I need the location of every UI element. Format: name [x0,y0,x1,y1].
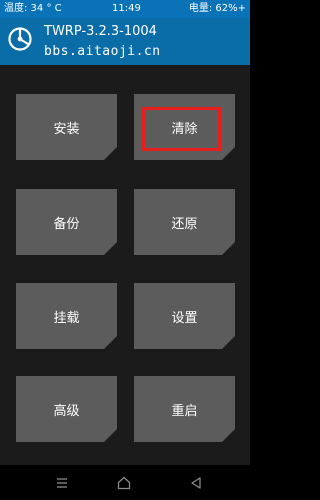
mount-button[interactable]: 挂载 [16,283,117,349]
nav-home-button[interactable] [114,473,134,493]
clock: 11:49 [112,3,141,14]
app-subtitle: bbs.aitaoji.cn [44,44,161,59]
back-icon [191,477,201,489]
main-menu-grid: 安装 清除 备份 还原 挂载 设置 高级 重启 [0,65,250,465]
status-bar: 温度: 34 ° C 11:49 电量: 62%+ [0,0,250,18]
mount-label: 挂载 [53,310,80,326]
nav-back-button[interactable] [186,473,206,493]
reboot-label: 重启 [171,403,198,419]
battery-readout: 电量: 62%+ [188,3,246,14]
nav-menu-button[interactable] [52,473,72,493]
install-label: 安装 [53,121,80,137]
restore-button[interactable]: 还原 [134,189,235,255]
wipe-label: 清除 [171,121,198,137]
app-title: TWRP-3.2.3-1004 [44,24,157,39]
app-header: TWRP-3.2.3-1004 bbs.aitaoji.cn [0,18,250,65]
reboot-button[interactable]: 重启 [134,376,235,442]
restore-label: 还原 [171,216,198,232]
advanced-label: 高级 [53,403,80,419]
menu-icon [57,478,67,488]
navigation-bar [0,465,250,500]
temperature-readout: 温度: 34 ° C [4,3,62,14]
settings-label: 设置 [171,310,198,326]
backup-label: 备份 [53,216,80,232]
install-button[interactable]: 安装 [16,94,117,160]
wipe-button[interactable]: 清除 [134,94,235,160]
backup-button[interactable]: 备份 [16,189,117,255]
home-icon [117,476,131,490]
advanced-button[interactable]: 高级 [16,376,117,442]
settings-button[interactable]: 设置 [134,283,235,349]
twrp-logo-icon [8,27,32,51]
